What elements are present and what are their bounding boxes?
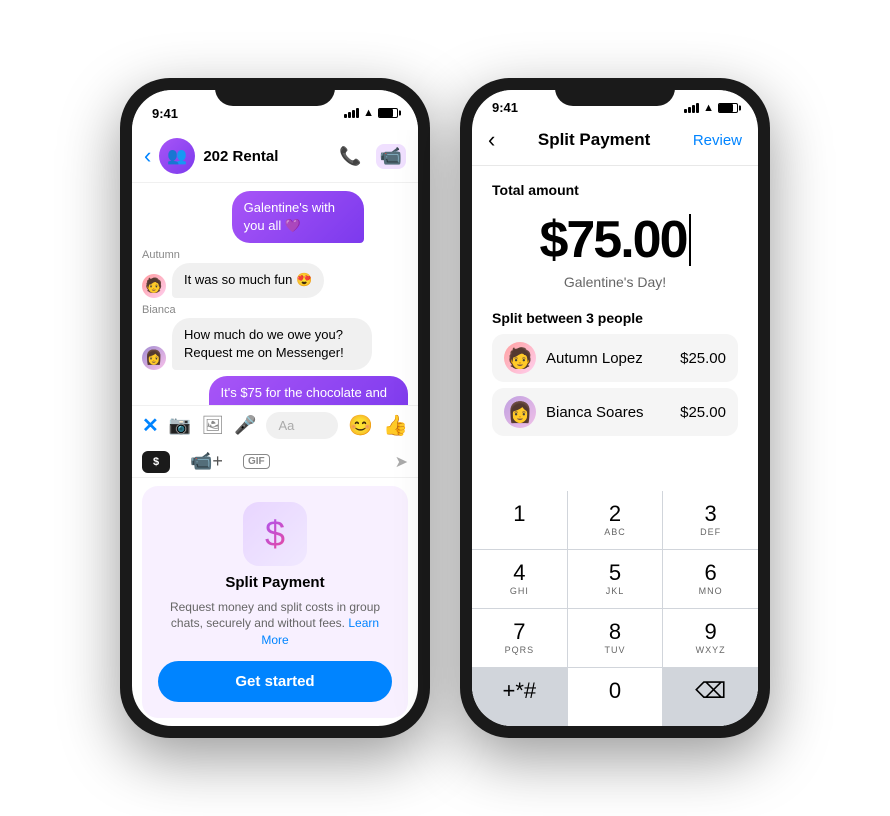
status-time-left: 9:41 xyxy=(152,106,178,121)
video-call-icon[interactable]: 📹 xyxy=(376,144,406,169)
person-name-autumn: Autumn Lopez xyxy=(546,350,670,367)
sender-name-bianca: Bianca xyxy=(142,304,408,316)
numpad-key-7[interactable]: 7PQRS xyxy=(472,609,567,667)
numpad-key-0[interactable]: 0 xyxy=(568,668,663,726)
person-amount-autumn: $25.00 xyxy=(680,350,726,367)
mic-icon[interactable]: 🎤 xyxy=(234,415,256,436)
numpad-key-sym[interactable]: ⌫ xyxy=(663,668,758,726)
sub-toolbar: $ 📹+ GIF ➤ xyxy=(132,445,418,478)
group-avatar: 👥 xyxy=(159,138,195,174)
gif-button[interactable]: GIF xyxy=(243,454,270,469)
messenger-header: ‹ 👥 202 Rental 📞 📹 xyxy=(132,130,418,183)
message-input[interactable]: Aa xyxy=(266,412,338,439)
promo-description: Request money and split costs in group c… xyxy=(158,599,392,649)
message-outgoing-1: Galentine's with you all 💜 xyxy=(232,191,408,243)
gallery-icon[interactable]: 🖼 xyxy=(201,415,224,436)
signal-icon xyxy=(344,108,359,118)
sp-title: Split Payment xyxy=(538,130,650,150)
avatar-bianca-sp: 👩 xyxy=(504,396,536,428)
numpad-key-9[interactable]: 9WXYZ xyxy=(663,609,758,667)
numpad-key-8[interactable]: 8TUV xyxy=(568,609,663,667)
amount-display: $75.00 xyxy=(492,210,738,270)
total-amount-section: Total amount $75.00 Galentine's Day! xyxy=(472,166,758,298)
person-name-bianca: Bianca Soares xyxy=(546,404,670,421)
header-action-icons: 📞 📹 xyxy=(339,144,406,169)
message-row-bianca: 👩 How much do we owe you? Request me on … xyxy=(142,318,408,370)
message-row-autumn: 🧑 It was so much fun 😍 xyxy=(142,263,408,297)
avatar-autumn-sp: 🧑 xyxy=(504,342,536,374)
avatar-autumn: 🧑 xyxy=(142,274,166,298)
numpad-key-symsymsym[interactable]: +*# xyxy=(472,668,567,726)
chat-area: Galentine's with you all 💜 Autumn 🧑 It w… xyxy=(132,183,418,405)
status-icons-left: ▲ xyxy=(344,107,398,119)
send-icon[interactable]: ➤ xyxy=(395,452,408,472)
battery-icon-right xyxy=(718,103,738,113)
payments-icon[interactable]: $ xyxy=(142,451,170,473)
signal-icon-right xyxy=(684,103,699,113)
back-button[interactable]: ‹ xyxy=(144,143,151,169)
amount-value: $75.00 xyxy=(539,210,686,270)
wifi-icon-right: ▲ xyxy=(703,102,714,114)
numpad-key-2[interactable]: 2ABC xyxy=(568,491,663,549)
phone-call-icon[interactable]: 📞 xyxy=(339,146,361,167)
sp-back-button[interactable]: ‹ xyxy=(488,127,495,153)
status-icons-right: ▲ xyxy=(684,102,738,114)
chat-toolbar: ✕ 📷 🖼 🎤 Aa 😊 👍 xyxy=(132,405,418,445)
sp-review-button[interactable]: Review xyxy=(693,132,742,149)
chat-name: 202 Rental xyxy=(203,148,331,165)
split-payment-body: Total amount $75.00 Galentine's Day! Spl… xyxy=(472,166,758,726)
cursor-bar xyxy=(689,214,691,266)
bubble-text-2: It's $75 for the chocolate and flowers, … xyxy=(209,376,409,405)
wifi-icon: ▲ xyxy=(363,107,374,119)
bubble-text: Galentine's with you all 💜 xyxy=(232,191,364,243)
thumbs-up-icon[interactable]: 👍 xyxy=(383,413,408,438)
left-phone: 9:41 ▲ ‹ 👥 202 Rental 📞 📹 xyxy=(120,78,430,738)
status-time-right: 9:41 xyxy=(492,100,518,115)
numpad-key-3[interactable]: 3DEF xyxy=(663,491,758,549)
message-outgoing-2: It's $75 for the chocolate and flowers, … xyxy=(142,376,408,405)
bubble-text-autumn: It was so much fun 😍 xyxy=(172,263,324,297)
numpad-key-1[interactable]: 1 xyxy=(472,491,567,549)
numpad-key-5[interactable]: 5JKL xyxy=(568,550,663,608)
input-placeholder: Aa xyxy=(278,418,294,433)
incoming-sender-autumn: Autumn 🧑 It was so much fun 😍 xyxy=(142,249,408,297)
notch xyxy=(215,78,335,106)
promo-title: Split Payment xyxy=(225,574,324,591)
camera-icon[interactable]: 📷 xyxy=(169,415,191,436)
total-amount-label: Total amount xyxy=(492,182,738,198)
phone-screen-left: 9:41 ▲ ‹ 👥 202 Rental 📞 📹 xyxy=(132,90,418,726)
numpad: 12ABC3DEF 4GHI5JKL6MNO 7PQRS8TUV9WXYZ +*#0⌫ xyxy=(472,491,758,726)
close-icon[interactable]: ✕ xyxy=(142,413,159,438)
phone-screen-right: 9:41 ▲ ‹ Split Payment Review xyxy=(472,90,758,726)
amount-subtitle: Galentine's Day! xyxy=(492,274,738,290)
split-label: Split between 3 people xyxy=(492,310,738,326)
video-add-icon[interactable]: 📹+ xyxy=(190,451,223,472)
person-amount-bianca: $25.00 xyxy=(680,404,726,421)
avatar-bianca: 👩 xyxy=(142,346,166,370)
emoji-icon[interactable]: 😊 xyxy=(348,413,373,438)
sender-name-autumn: Autumn xyxy=(142,249,408,261)
person-row-bianca: 👩 Bianca Soares $25.00 xyxy=(492,388,738,436)
bubble-text-bianca: How much do we owe you? Request me on Me… xyxy=(172,318,372,370)
split-section: Split between 3 people 🧑 Autumn Lopez $2… xyxy=(472,298,758,448)
battery-icon xyxy=(378,108,398,118)
person-row-autumn: 🧑 Autumn Lopez $25.00 xyxy=(492,334,738,382)
get-started-button[interactable]: Get started xyxy=(158,661,392,702)
right-phone: 9:41 ▲ ‹ Split Payment Review xyxy=(460,78,770,738)
numpad-key-6[interactable]: 6MNO xyxy=(663,550,758,608)
numpad-key-4[interactable]: 4GHI xyxy=(472,550,567,608)
incoming-sender-bianca: Bianca 👩 How much do we owe you? Request… xyxy=(142,304,408,370)
promo-icon: $ xyxy=(243,502,307,566)
split-payment-promo: $ Split Payment Request money and split … xyxy=(142,486,408,718)
notch-right xyxy=(555,78,675,106)
split-payment-header: ‹ Split Payment Review xyxy=(472,119,758,166)
